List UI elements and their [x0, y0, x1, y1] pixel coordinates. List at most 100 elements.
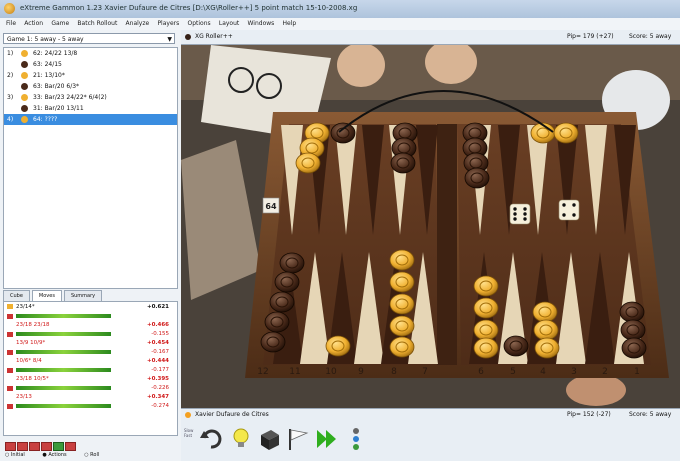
speed-slider[interactable]: Slow Fast: [184, 428, 193, 438]
orange-checker[interactable]: [389, 271, 415, 293]
analysis-move: 23/18 23/18: [16, 322, 50, 328]
die-1[interactable]: [509, 203, 531, 225]
orange-checker[interactable]: [532, 301, 558, 323]
analysis-row[interactable]: 13/9 10/9* +0.454: [4, 338, 177, 348]
radio-roll[interactable]: ○ Roll: [84, 452, 107, 458]
analysis-equity: +0.621: [146, 304, 169, 310]
doubling-cube[interactable]: 64: [262, 197, 280, 214]
orange-checker[interactable]: [325, 335, 351, 357]
analysis-row[interactable]: 23/18 23/18 +0.466: [4, 320, 177, 330]
filter-button[interactable]: [53, 442, 64, 451]
analyze-icon[interactable]: [349, 426, 363, 452]
move-row[interactable]: 63: 24/15: [4, 59, 177, 70]
hint-icon[interactable]: [229, 426, 253, 452]
move-row[interactable]: 63: Bar/20 6/3*: [4, 81, 177, 92]
filter-button[interactable]: [17, 442, 28, 451]
orange-checker[interactable]: [533, 319, 559, 341]
brown-checker[interactable]: [464, 167, 490, 189]
brown-checker[interactable]: [621, 337, 647, 359]
brown-checker[interactable]: [260, 331, 286, 353]
brown-checker[interactable]: [390, 152, 416, 174]
brown-checker[interactable]: [620, 319, 646, 341]
tab-cube[interactable]: Cube: [3, 290, 30, 301]
brown-checker[interactable]: [330, 122, 356, 144]
die-2[interactable]: [558, 199, 580, 221]
move-row[interactable]: 3) 33: Bar/23 24/22* 6/4(2): [4, 92, 177, 103]
radio-initial[interactable]: ○ Initial: [5, 452, 33, 458]
radio-actions[interactable]: ● Actions: [42, 452, 74, 458]
menu-batch-rollout[interactable]: Batch Rollout: [77, 18, 117, 30]
brown-checker[interactable]: [619, 301, 645, 323]
analysis-bar-row: -0.177: [4, 366, 177, 374]
menu-file[interactable]: File: [6, 18, 16, 30]
move-row[interactable]: 1) 62: 24/22 13/8: [4, 48, 177, 59]
analysis-row[interactable]: 23/13 +0.347: [4, 392, 177, 402]
orange-checker[interactable]: [295, 152, 321, 174]
orange-checker[interactable]: [389, 336, 415, 358]
filter-button[interactable]: [41, 442, 52, 451]
cube-icon[interactable]: [257, 426, 281, 452]
orange-checker[interactable]: [473, 275, 499, 297]
orange-checker[interactable]: [473, 337, 499, 359]
menu-analyze[interactable]: Analyze: [126, 18, 150, 30]
backgammon-board[interactable]: 64 12 11 10 9 8 7 6 5 4 3 2 1: [181, 30, 680, 408]
point-number: 10: [325, 367, 337, 377]
chevron-down-icon[interactable]: ▼: [167, 34, 172, 45]
brown-checker[interactable]: [279, 252, 305, 274]
analysis-row[interactable]: 10/6* 8/4 +0.444: [4, 356, 177, 366]
analysis-row[interactable]: 23/14* +0.621: [4, 302, 177, 312]
orange-checker[interactable]: [553, 122, 579, 144]
analysis-equity: +0.395: [146, 376, 169, 382]
move-analysis-list[interactable]: 23/14* +0.621 23/18 23/18 +0.466 -0.155 …: [3, 301, 178, 436]
board-bar: [437, 124, 457, 365]
menu-windows[interactable]: Windows: [248, 18, 275, 30]
top-player-score: Score: 5 away: [629, 33, 672, 40]
resign-flag-icon[interactable]: [285, 426, 309, 452]
orange-checker[interactable]: [534, 337, 560, 359]
analysis-row[interactable]: 23/18 10/5* +0.395: [4, 374, 177, 384]
move-number: 3): [7, 94, 14, 101]
move-row-selected[interactable]: 4) 64: ????: [4, 114, 177, 125]
analysis-tabs: Cube Moves Summary: [3, 290, 178, 301]
brown-checker[interactable]: [264, 311, 290, 333]
menu-layout[interactable]: Layout: [219, 18, 239, 30]
brown-checker[interactable]: [274, 271, 300, 293]
hand-decoration: [337, 43, 385, 87]
analysis-equity: +0.466: [146, 322, 169, 328]
tab-moves[interactable]: Moves: [31, 290, 62, 301]
analysis-diff: -0.226: [151, 385, 169, 391]
brown-checker-icon: [21, 61, 28, 68]
filter-button[interactable]: [65, 442, 76, 451]
move-row[interactable]: 2) 21: 13/10*: [4, 70, 177, 81]
orange-checker[interactable]: [389, 315, 415, 337]
menu-options[interactable]: Options: [187, 18, 210, 30]
analysis-move: 23/14*: [16, 304, 35, 310]
match-selector[interactable]: Game 1: 5 away - 5 away ▼: [3, 33, 175, 44]
filter-button[interactable]: [29, 442, 40, 451]
undo-icon[interactable]: [199, 426, 223, 452]
brown-checker[interactable]: [269, 291, 295, 313]
point-number: 6: [478, 367, 484, 377]
orange-checker[interactable]: [473, 297, 499, 319]
orange-checker[interactable]: [473, 319, 499, 341]
move-row[interactable]: 31: Bar/20 13/11: [4, 103, 177, 114]
orange-checker[interactable]: [389, 249, 415, 271]
window-title: eXtreme Gammon 1.23 Xavier Dufaure de Ci…: [20, 4, 358, 12]
orange-checker-icon: [21, 50, 28, 57]
orange-checker-icon: [7, 304, 13, 309]
orange-checker[interactable]: [389, 293, 415, 315]
filter-button[interactable]: [5, 442, 16, 451]
menu-players[interactable]: Players: [157, 18, 179, 30]
point-number: 1: [634, 367, 640, 377]
menu-help[interactable]: Help: [283, 18, 297, 30]
tab-summary[interactable]: Summary: [63, 290, 103, 301]
hand-decoration: [425, 40, 477, 84]
menu-game[interactable]: Game: [51, 18, 69, 30]
flag-icon: [7, 404, 13, 409]
analysis-move: 10/6* 8/4: [16, 358, 42, 364]
menu-action[interactable]: Action: [24, 18, 43, 30]
brown-checker[interactable]: [503, 335, 529, 357]
move-text: 64: ????: [33, 116, 58, 123]
double-play-icon[interactable]: [315, 426, 339, 452]
move-list[interactable]: 1) 62: 24/22 13/8 63: 24/15 2) 21: 13/10…: [3, 47, 178, 289]
